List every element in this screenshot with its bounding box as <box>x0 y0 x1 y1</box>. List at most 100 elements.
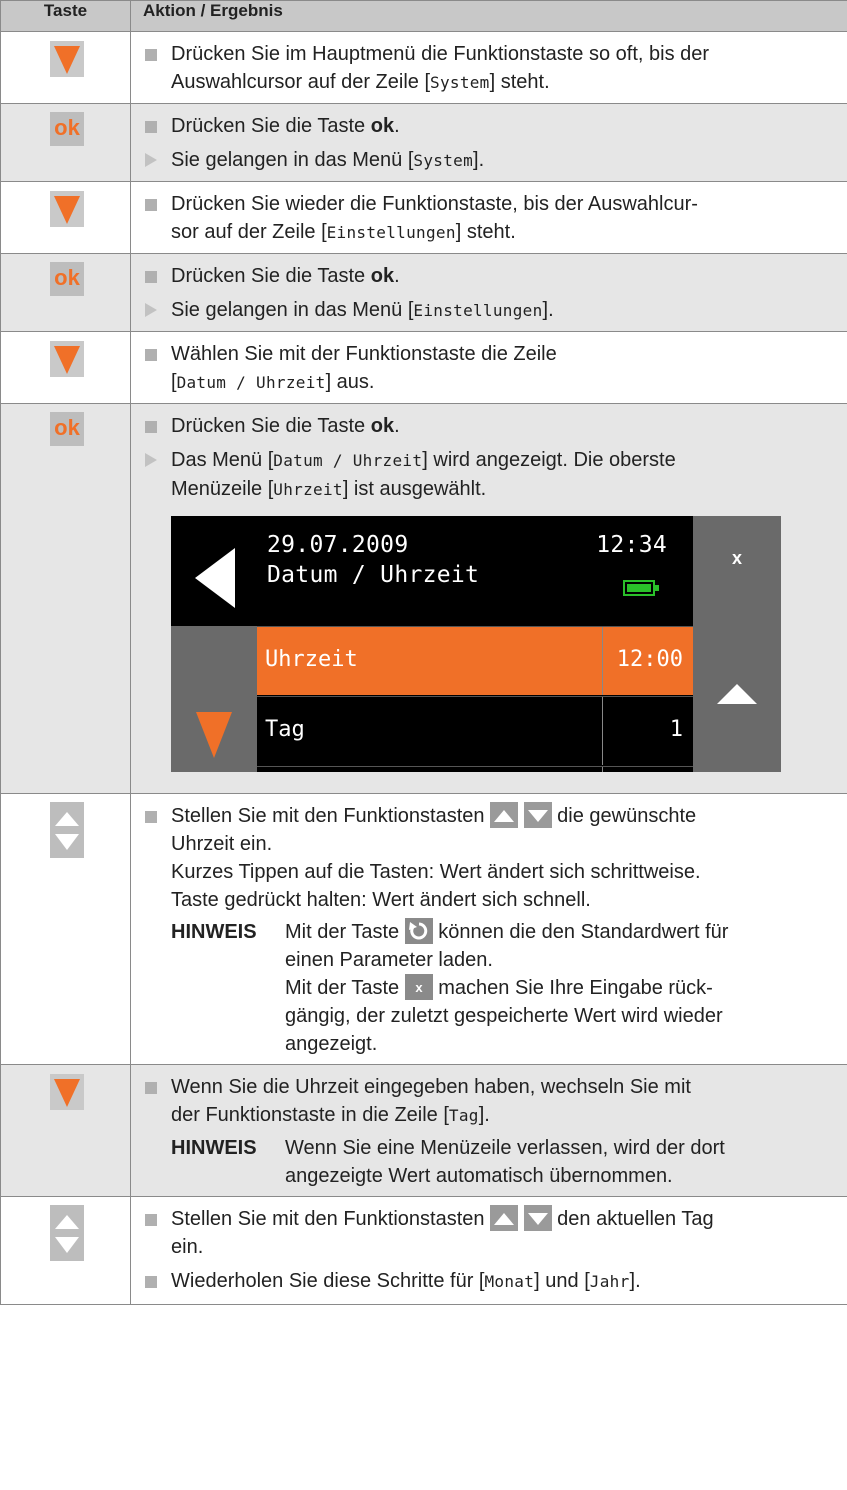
step-text: die gewünschte <box>551 805 697 827</box>
result-text: Das Menü [ <box>171 449 274 471</box>
step-text: Stellen Sie mit den Funktionstasten <box>171 805 491 827</box>
step-text: der Funktionstaste in die Zeile [ <box>171 1104 449 1126</box>
step-text: ] und [ <box>534 1270 590 1292</box>
step-text: . <box>394 115 400 137</box>
svg-text:ok: ok <box>54 415 80 440</box>
menu-row-2[interactable]: Monat1 <box>257 766 693 772</box>
screen-title: Datum / Uhrzeit <box>267 562 480 588</box>
screen-time: 12:34 <box>596 532 667 558</box>
menu-name: Einstellungen <box>413 301 543 320</box>
screen-header: 29.07.2009 12:34 Datum / Uhrzeit <box>171 516 693 626</box>
menu-item-value: 1 <box>669 717 683 742</box>
table-row: Stellen Sie mit den Funktionstasten den … <box>0 1196 847 1305</box>
up-key-icon <box>490 801 519 828</box>
step-text: Stellen Sie mit den Funktionstasten <box>171 1208 491 1230</box>
close-icon[interactable]: x <box>693 548 781 569</box>
step-text: Drücken Sie die Taste <box>171 415 371 437</box>
key-cell <box>0 1064 131 1197</box>
note-text: Mit der Taste <box>285 921 405 943</box>
menu-name: Jahr <box>589 1272 630 1291</box>
battery-icon <box>623 580 659 596</box>
back-arrow-icon[interactable] <box>171 516 251 626</box>
result-text: ] wird angezeigt. Die oberste <box>422 449 676 471</box>
table-row: Drücken Sie im Hauptmenü die Funktionsta… <box>0 31 847 104</box>
key-label: ok <box>370 265 395 287</box>
table-row: Wenn Sie die Uhrzeit eingegeben haben, w… <box>0 1064 847 1197</box>
menu-row-1[interactable]: Tag 1 <box>257 696 693 765</box>
table-row: ok Drücken Sie die Taste ok. Sie gelange… <box>0 253 847 332</box>
step-text: ]. <box>478 1104 490 1126</box>
down-triangle-icon <box>50 41 84 77</box>
table-row: Drücken Sie wieder die Funktionstaste, b… <box>0 181 847 254</box>
menu-item-value-cell: 12:00 <box>602 627 693 695</box>
screen-date: 29.07.2009 <box>267 532 409 558</box>
result-text: ]. <box>542 299 554 321</box>
table-row: ok Drücken Sie die Taste ok. Sie gelange… <box>0 103 847 182</box>
key-cell: ok <box>0 103 131 182</box>
up-key-icon <box>490 1204 519 1231</box>
step-text: ] steht. <box>455 221 516 243</box>
note-text: angezeigte Wert automatisch übernommen. <box>285 1165 673 1187</box>
up-down-icon <box>50 1205 84 1261</box>
note-text: gängig, der zuletzt gespeicherte Wert wi… <box>285 1005 723 1027</box>
note-text: Wenn Sie eine Menüzeile verlassen, wird … <box>285 1137 725 1159</box>
menu-name: Datum / Uhrzeit <box>176 373 326 392</box>
instruction-table: Taste Aktion / Ergebnis Drücken Sie im H… <box>0 0 847 1305</box>
step-text: ] aus. <box>325 371 375 393</box>
key-label: ok <box>370 415 395 437</box>
ok-icon: ok <box>50 112 84 146</box>
result-text: Sie gelangen in das Menü [ <box>171 149 414 171</box>
table-row: Wählen Sie mit der Funktionstaste die Ze… <box>0 331 847 404</box>
step-text: Drücken Sie im Hauptmenü die Funktionsta… <box>171 43 710 65</box>
table-row: Stellen Sie mit den Funktionstasten die … <box>0 793 847 1065</box>
col-key-header: Taste <box>0 0 131 32</box>
menu-row-0[interactable]: Uhrzeit 12:00 <box>257 626 693 695</box>
key-cell <box>0 181 131 254</box>
note-block: HINWEIS Wenn Sie eine Menüzeile verlasse… <box>171 1134 835 1190</box>
down-key-icon <box>523 801 552 828</box>
step-text: ein. <box>171 1236 204 1258</box>
step-text: sor auf der Zeile [ <box>171 221 327 243</box>
key-cell <box>0 793 131 1065</box>
note-label: HINWEIS <box>171 921 257 943</box>
scroll-down-indicator-icon[interactable] <box>171 702 257 772</box>
step-text: Kurzes Tippen auf die Tasten: Wert änder… <box>171 861 701 883</box>
menu-item-value: 12:00 <box>616 647 683 672</box>
result-text: Sie gelangen in das Menü [ <box>171 299 414 321</box>
result-text: Menüzeile [ <box>171 478 274 500</box>
menu-name: Monat <box>484 1272 535 1291</box>
step-text: . <box>394 415 400 437</box>
menu-name: Datum / Uhrzeit <box>273 451 423 470</box>
table-row: ok Drücken Sie die Taste ok. Das Menü [D… <box>0 403 847 794</box>
up-arrow-icon[interactable] <box>693 674 781 714</box>
step-text: Uhrzeit ein. <box>171 833 273 855</box>
svg-text:ok: ok <box>54 115 80 140</box>
menu-item-label: Uhrzeit <box>265 647 358 672</box>
table-header: Taste Aktion / Ergebnis <box>0 0 847 32</box>
note-label: HINWEIS <box>171 1137 257 1159</box>
result-text: ]. <box>473 149 485 171</box>
ok-icon: ok <box>50 262 84 296</box>
step-text: Drücken Sie die Taste <box>171 115 371 137</box>
down-triangle-icon <box>50 1074 84 1110</box>
step-text: ] steht. <box>489 71 550 93</box>
note-text: einen Parameter laden. <box>285 949 493 971</box>
key-cell <box>0 31 131 104</box>
svg-text:x: x <box>415 980 423 995</box>
note-text: angezeigt. <box>285 1033 378 1055</box>
step-text: ]. <box>629 1270 641 1292</box>
note-text: können die den Standardwert für <box>432 921 729 943</box>
up-down-icon <box>50 802 84 858</box>
note-text: machen Sie Ihre Eingabe rück- <box>432 977 713 999</box>
close-key-icon: x <box>404 973 433 1000</box>
result-text: ] ist ausgewählt. <box>342 478 487 500</box>
key-cell <box>0 331 131 404</box>
step-text: Wenn Sie die Uhrzeit eingegeben haben, w… <box>171 1076 691 1098</box>
step-text: Taste gedrückt halten: Wert ändert sich … <box>171 889 591 911</box>
menu-item-label: Tag <box>265 717 305 742</box>
note-block: HINWEIS Mit der Taste können die den Sta… <box>171 917 835 1058</box>
key-cell: ok <box>0 253 131 332</box>
key-cell: ok <box>0 403 131 794</box>
menu-name: System <box>413 151 474 170</box>
menu-name: Einstellungen <box>326 223 456 242</box>
